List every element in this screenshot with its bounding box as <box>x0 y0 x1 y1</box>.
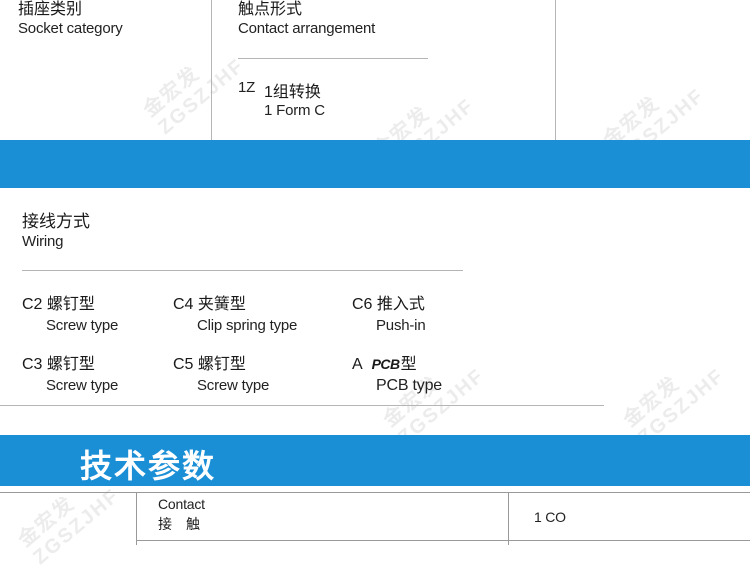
wiring-label-en: Screw type <box>46 317 119 334</box>
wiring-label-en: Push-in <box>376 317 426 334</box>
table-column-divider <box>508 492 509 545</box>
wiring-code: C5 <box>173 356 194 373</box>
table-column-divider <box>136 492 137 545</box>
wiring-label-zh: 螺钉型 <box>46 356 95 373</box>
column-divider <box>555 0 556 140</box>
wiring-title-en: Wiring <box>22 233 64 250</box>
table-border <box>0 492 750 493</box>
column-divider <box>211 0 212 140</box>
wiring-code: C3 <box>22 356 43 373</box>
contact-arrangement-title-en: Contact arrangement <box>238 20 376 37</box>
divider <box>238 58 428 59</box>
wiring-item: C4 夹簧型 Clip spring type <box>173 290 297 334</box>
watermark: 金宏发 ZGSZJHF <box>619 364 729 449</box>
wiring-label-zh: 推入式 <box>376 296 425 313</box>
table-cell-label-en: Contact <box>158 496 205 512</box>
pcb-logo: PCB <box>371 356 401 372</box>
form-label-zh: 1组转换 <box>264 84 321 101</box>
wiring-item: C6 推入式 Push-in <box>352 290 426 334</box>
wiring-item: C2 螺钉型 Screw type <box>22 290 118 334</box>
wiring-title-zh: 接线方式 <box>22 212 90 231</box>
wiring-item: C5 螺钉型 Screw type <box>173 350 269 394</box>
wiring-label-zh: 螺钉型 <box>46 296 95 313</box>
socket-category-title-zh: 插座类别 <box>18 1 83 18</box>
wiring-item: C3 螺钉型 Screw type <box>22 350 118 394</box>
wiring-item: A PCB型 PCB type <box>352 350 442 395</box>
tech-params-title: 技术参数 <box>80 448 217 484</box>
wiring-label-en: Screw type <box>46 377 119 394</box>
wiring-label-en: Clip spring type <box>197 317 298 334</box>
wiring-code: A <box>352 356 363 373</box>
socket-category-title-en: Socket category <box>18 20 123 37</box>
wiring-code: C6 <box>352 296 373 313</box>
divider <box>22 270 463 271</box>
watermark: 金宏发 ZGSZJHF <box>139 54 249 139</box>
form-label-en: 1 Form C <box>264 102 325 119</box>
wiring-code: C2 <box>22 296 43 313</box>
wiring-label-zh: 型 <box>400 356 417 373</box>
form-code: 1Z <box>238 79 256 96</box>
table-cell-value: 1 CO <box>534 509 566 525</box>
section-band <box>0 140 750 188</box>
wiring-label-en: PCB type <box>376 377 442 394</box>
table-row-divider <box>136 540 750 541</box>
contact-arrangement-title-zh: 触点形式 <box>238 1 303 18</box>
wiring-label-zh: 夹簧型 <box>197 296 246 313</box>
wiring-label-en: Screw type <box>197 377 270 394</box>
table-cell-label-zh: 接 触 <box>158 516 200 532</box>
divider <box>0 405 604 406</box>
wiring-label-zh: 螺钉型 <box>197 356 246 373</box>
wiring-code: C4 <box>173 296 194 313</box>
